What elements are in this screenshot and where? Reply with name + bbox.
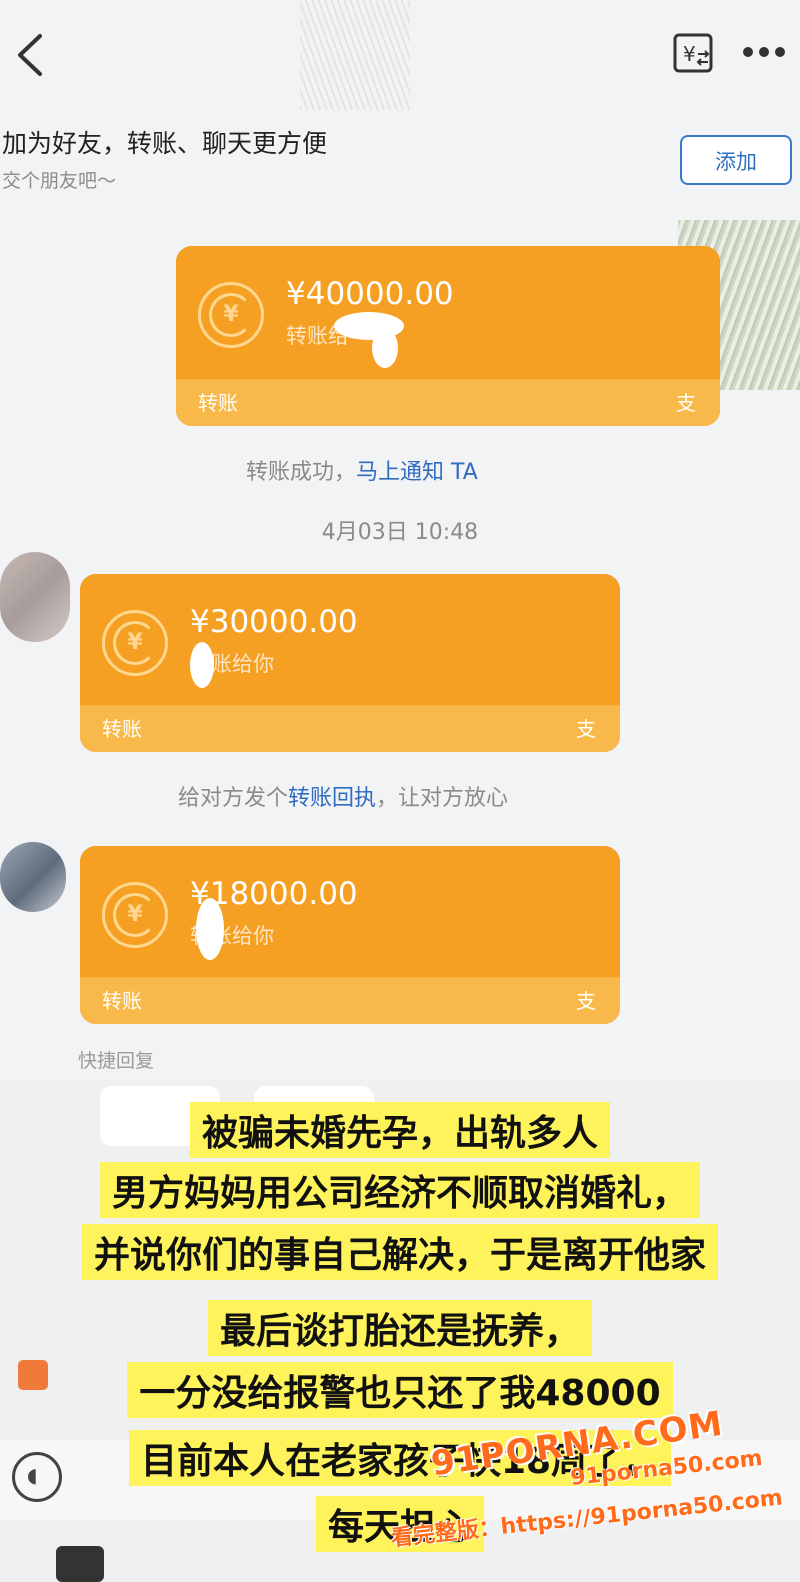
transfer-type-label: 转账 [102, 717, 142, 741]
alipay-icon: 支 [676, 391, 696, 415]
avatar[interactable] [0, 552, 70, 642]
chevron-left-icon[interactable] [10, 30, 54, 80]
transfer-coin-icon [102, 882, 168, 948]
transfer-card[interactable]: ¥30000.00 转账给你 转账 支 [80, 574, 620, 752]
message-timestamp: 4月03日 10:48 [321, 520, 479, 545]
rmb-transfer-icon[interactable]: ¥ [672, 32, 716, 76]
redaction-mark [196, 898, 224, 960]
redaction-mark [190, 642, 214, 688]
add-friend-button[interactable]: 添加 [680, 135, 792, 185]
add-friend-title: 加为好友，转账、聊天更方便 [2, 129, 328, 158]
caption-line: 被骗未婚先孕，出轨多人 [0, 1102, 800, 1158]
scribble-overlay [300, 0, 410, 110]
alipay-icon: 支 [576, 989, 596, 1013]
redaction-mark [372, 328, 398, 368]
transfer-type-label: 转账 [102, 989, 142, 1013]
quick-reply-label: 快捷回复 [78, 1050, 155, 1072]
caption-line: 并说你们的事自己解决，于是离开他家 [0, 1224, 800, 1280]
transfer-amount: ¥40000.00 [286, 276, 454, 312]
add-friend-subtitle: 交个朋友吧～ [2, 170, 117, 192]
transfer-amount: ¥30000.00 [190, 604, 358, 640]
transfer-coin-icon [102, 610, 168, 676]
transfer-card[interactable]: ¥18000.00 转账给你 转账 支 [80, 846, 620, 1024]
alipay-icon: 支 [576, 717, 596, 741]
transfer-success-notice: 转账成功，马上通知 TA [246, 460, 478, 485]
more-dots-icon[interactable] [742, 40, 786, 64]
caption-line: 最后谈打胎还是抚养， [0, 1300, 800, 1356]
svg-text:¥: ¥ [683, 42, 696, 66]
transfer-card[interactable]: ¥40000.00 转账给 转账 支 [176, 246, 720, 426]
transfer-coin-icon [198, 282, 264, 348]
transfer-type-label: 转账 [198, 391, 238, 415]
transfer-receipt-notice: 给对方发个转账回执，让对方放心 [178, 786, 509, 811]
avatar[interactable] [0, 842, 66, 912]
transfer-receipt-link[interactable]: 转账回执 [288, 786, 376, 811]
notify-link[interactable]: 马上通知 TA [356, 460, 478, 485]
caption-line: 男方妈妈用公司经济不顺取消婚礼， [0, 1162, 800, 1218]
